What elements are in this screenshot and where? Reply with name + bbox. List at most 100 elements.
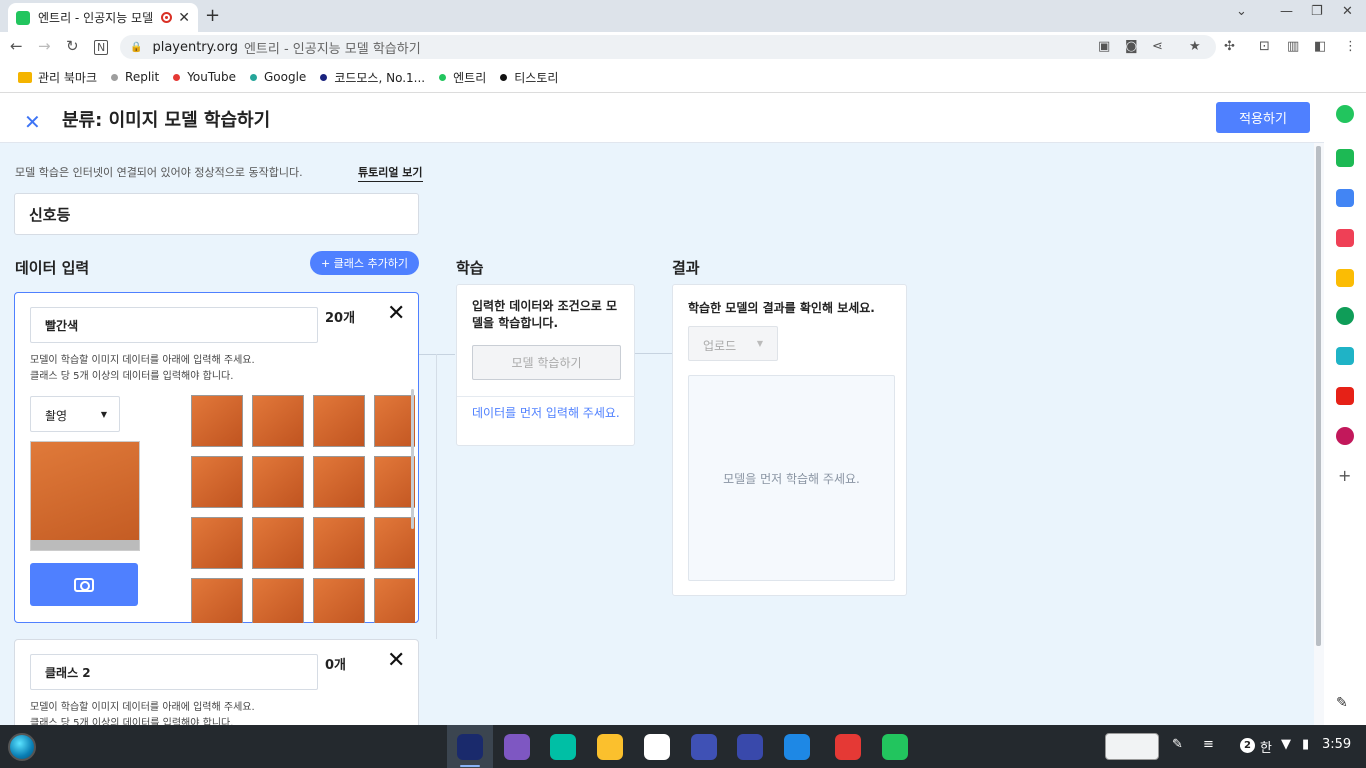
- add-icon[interactable]: +: [1338, 466, 1351, 485]
- image-thumbnail[interactable]: [252, 578, 304, 623]
- class-card[interactable]: 빨간색 20개 ✕ 모델이 학습할 이미지 데이터를 아래에 입력해 주세요. …: [14, 292, 419, 623]
- image-thumbnail[interactable]: [374, 395, 415, 447]
- image-thumbnail[interactable]: [374, 517, 415, 569]
- book-app-icon[interactable]: [784, 734, 810, 760]
- bookmark-item[interactable]: 티스토리: [500, 69, 558, 86]
- pocket-icon[interactable]: [1336, 229, 1354, 247]
- cast-icon[interactable]: ▣: [1098, 39, 1110, 54]
- bookmark-item[interactable]: 엔트리: [439, 69, 486, 86]
- browser-tab[interactable]: 엔트리 - 인공지능 모델 ᄒ ✕: [8, 3, 198, 32]
- notification-icon[interactable]: [1336, 149, 1354, 167]
- battery-icon[interactable]: ▮: [1302, 737, 1309, 752]
- image-thumbnail[interactable]: [313, 395, 365, 447]
- tab-close-icon[interactable]: ✕: [178, 10, 190, 26]
- bookmark-item[interactable]: 관리 북마크: [18, 69, 97, 86]
- reading-list-icon[interactable]: ▥: [1287, 39, 1299, 54]
- notification-badge[interactable]: 2: [1240, 738, 1255, 753]
- favicon-icon: [111, 73, 119, 81]
- launcher-icon[interactable]: [8, 733, 36, 761]
- connector-line: [634, 353, 672, 354]
- camera-preview: [30, 441, 140, 551]
- minimize-icon[interactable]: —: [1280, 4, 1293, 19]
- train-model-button[interactable]: 모델 학습하기: [472, 345, 621, 380]
- screenshot-thumbnail[interactable]: [1105, 733, 1159, 760]
- files-app-icon[interactable]: [597, 734, 623, 760]
- training-warning: 데이터를 먼저 입력해 주세요.: [457, 396, 635, 430]
- capture-mode-select[interactable]: 촬영 ▼: [30, 396, 120, 432]
- image-thumbnail[interactable]: [252, 395, 304, 447]
- image-thumbnail[interactable]: [252, 456, 304, 508]
- clock[interactable]: 3:59: [1322, 737, 1351, 752]
- meet-app-icon[interactable]: [550, 734, 576, 760]
- thumbnail-scrollbar[interactable]: [411, 389, 414, 529]
- youtube-icon[interactable]: [1336, 387, 1354, 405]
- learning-app-icon[interactable]: [691, 734, 717, 760]
- apply-button[interactable]: 적용하기: [1216, 102, 1310, 133]
- calendar-app-icon[interactable]: [835, 734, 861, 760]
- bookmark-item[interactable]: Replit: [111, 70, 159, 84]
- clipboard-icon[interactable]: ≡: [1203, 737, 1214, 752]
- new-tab-button[interactable]: +: [205, 5, 220, 26]
- class-card[interactable]: 클래스 2 0개 ✕ 모델이 학습할 이미지 데이터를 아래에 입력해 주세요.…: [14, 639, 419, 725]
- image-thumbnail[interactable]: [191, 578, 243, 623]
- star-icon[interactable]: [1336, 269, 1354, 287]
- pin-icon[interactable]: ✎: [1336, 695, 1348, 711]
- forward-icon[interactable]: →: [38, 37, 51, 55]
- ime-label[interactable]: 한: [1260, 737, 1272, 756]
- wifi-icon[interactable]: ▼: [1281, 737, 1291, 752]
- image-thumbnail[interactable]: [313, 578, 365, 623]
- cloud-app-icon[interactable]: [644, 734, 670, 760]
- image-thumbnail[interactable]: [191, 456, 243, 508]
- edge-icon[interactable]: [1336, 307, 1354, 325]
- entry-e-app-icon[interactable]: [882, 734, 908, 760]
- entry-icon[interactable]: [1336, 105, 1354, 123]
- image-thumbnail[interactable]: [374, 456, 415, 508]
- result-placeholder: 모델을 먼저 학습해 주세요.: [688, 375, 895, 581]
- bookmark-item[interactable]: 코드모스, No.1...: [320, 69, 425, 86]
- ai-logo-icon: ✕: [24, 110, 41, 134]
- image-thumbnail[interactable]: [191, 395, 243, 447]
- image-thumbnail[interactable]: [191, 517, 243, 569]
- app-icon[interactable]: [1336, 427, 1354, 445]
- side-panel-icon[interactable]: ◧: [1314, 39, 1326, 54]
- briefcase-icon[interactable]: [1336, 189, 1354, 207]
- class-name-input[interactable]: 클래스 2: [30, 654, 318, 690]
- dropdown-arrow-icon: ▼: [756, 339, 763, 348]
- restore-icon[interactable]: ❐: [1311, 4, 1323, 19]
- lens-icon[interactable]: ⊡: [1259, 39, 1270, 54]
- capture-button[interactable]: [30, 563, 138, 606]
- delete-class-icon[interactable]: ✕: [387, 648, 405, 673]
- image-thumbnail[interactable]: [313, 517, 365, 569]
- bookmark-item[interactable]: YouTube: [173, 70, 236, 84]
- image-thumbnail[interactable]: [374, 578, 415, 623]
- bookmark-item[interactable]: Google: [249, 70, 306, 84]
- page-scrollbar[interactable]: [1316, 146, 1321, 646]
- upload-select[interactable]: 업로드 ▼: [688, 326, 778, 361]
- bookmark-label: 관리 북마크: [38, 70, 98, 85]
- bookmark-star-icon[interactable]: ★: [1189, 39, 1201, 54]
- folder-icon: [18, 71, 32, 83]
- classroom-app-icon[interactable]: [504, 734, 530, 760]
- add-class-button[interactable]: + 클래스 추가하기: [310, 251, 419, 275]
- class-name-input[interactable]: 빨간색: [30, 307, 318, 343]
- menu-icon[interactable]: ⋮: [1344, 39, 1357, 54]
- delete-class-icon[interactable]: ✕: [387, 301, 405, 326]
- stylus-icon[interactable]: ✎: [1172, 737, 1183, 752]
- screen-app-icon[interactable]: [737, 734, 763, 760]
- address-bar[interactable]: 🔒 playentry.org 엔트리 - 인공지능 모델 학습하기: [120, 35, 1216, 59]
- entry-app-icon[interactable]: [457, 734, 483, 760]
- tab-search-icon[interactable]: ⌄: [1236, 4, 1247, 19]
- image-thumbnail[interactable]: [252, 517, 304, 569]
- camera-app-icon[interactable]: [1336, 347, 1354, 365]
- share-icon[interactable]: ⋖: [1152, 39, 1163, 54]
- reader-icon[interactable]: N: [94, 40, 109, 55]
- back-icon[interactable]: ←: [10, 37, 23, 55]
- close-window-icon[interactable]: ✕: [1342, 4, 1353, 19]
- screenshot-icon[interactable]: ◙: [1125, 39, 1138, 54]
- extensions-icon[interactable]: ✣: [1224, 39, 1235, 54]
- reload-icon[interactable]: ↻: [66, 37, 79, 55]
- tutorial-link[interactable]: 튜토리얼 보기: [358, 164, 423, 182]
- image-thumbnail[interactable]: [313, 456, 365, 508]
- model-name-input[interactable]: 신호등: [14, 193, 419, 235]
- capture-mode-value: 촬영: [45, 409, 68, 423]
